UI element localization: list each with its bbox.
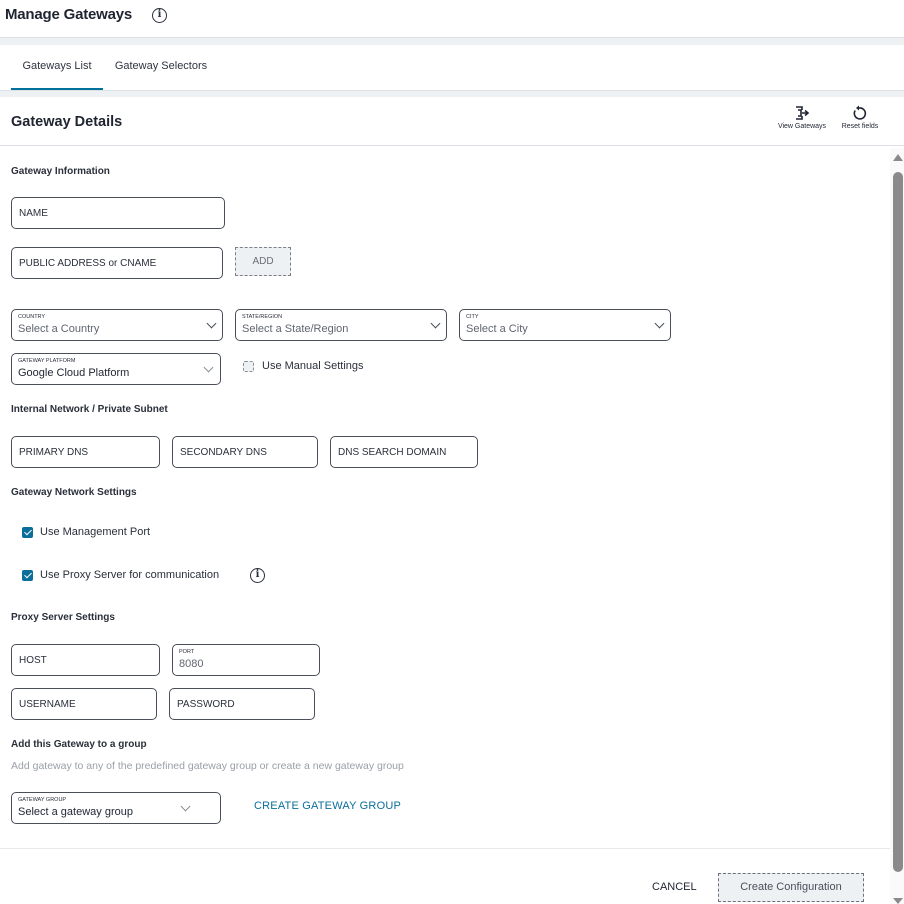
city-label: CITY (466, 314, 479, 320)
gateway-group-value: Select a gateway group (18, 806, 133, 818)
use-proxy-server-checkbox[interactable] (22, 570, 33, 581)
city-select[interactable]: CITY Select a City (459, 309, 671, 341)
view-gateways-button[interactable]: View Gateways (774, 105, 830, 130)
gateway-group-label: GATEWAY GROUP (18, 797, 67, 803)
create-configuration-button[interactable]: Create Configuration (718, 873, 864, 902)
chevron-down-icon (654, 318, 665, 329)
page-title: Manage Gateways (5, 6, 133, 23)
use-proxy-server-label: Use Proxy Server for communication (40, 569, 220, 581)
primary-dns-input[interactable]: PRIMARY DNS (11, 436, 160, 468)
city-value: Select a City (466, 323, 528, 335)
password-input[interactable]: PASSWORD (169, 688, 315, 720)
state-region-select[interactable]: STATE/REGION Select a State/Region (235, 309, 447, 341)
port-value: 8080 (179, 658, 204, 670)
create-gateway-group-link[interactable]: CREATE GATEWAY GROUP (254, 800, 401, 812)
state-region-label: STATE/REGION (242, 314, 283, 320)
public-address-placeholder: PUBLIC ADDRESS or CNAME (19, 258, 157, 269)
name-placeholder: NAME (19, 208, 48, 219)
username-input[interactable]: USERNAME (11, 688, 157, 720)
view-gateways-icon (796, 106, 810, 120)
proxy-settings-heading: Proxy Server Settings (11, 612, 115, 623)
country-select[interactable]: COUNTRY Select a Country (11, 309, 223, 341)
port-input[interactable]: PORT 8080 (172, 644, 320, 676)
network-settings-heading: Gateway Network Settings (11, 487, 137, 498)
public-address-input[interactable]: PUBLIC ADDRESS or CNAME (11, 247, 223, 279)
use-manual-settings-label: Use Manual Settings (262, 360, 364, 372)
username-placeholder: USERNAME (19, 699, 76, 710)
dns-search-domain-placeholder: DNS SEARCH DOMAIN (338, 447, 447, 458)
proxy-info-icon[interactable]: i (250, 568, 265, 583)
use-manual-settings-checkbox[interactable] (243, 361, 254, 372)
tab-gateway-selectors[interactable]: Gateway Selectors (107, 45, 215, 90)
details-title: Gateway Details (11, 114, 123, 130)
page-header: Manage Gateways i (0, 0, 904, 38)
tab-gateways-list[interactable]: Gateways List (11, 45, 103, 90)
gateway-group-select[interactable]: GATEWAY GROUP Select a gateway group (11, 792, 221, 824)
scrollbar-thumb[interactable] (893, 172, 903, 872)
details-header: Gateway Details View Gateways Reset fiel… (0, 97, 904, 146)
scroll-up-arrow-icon[interactable] (893, 154, 903, 161)
password-placeholder: PASSWORD (177, 699, 235, 710)
tab-bar: Gateways List Gateway Selectors Create (0, 45, 904, 128)
footer-divider (0, 848, 890, 849)
primary-dns-placeholder: PRIMARY DNS (19, 447, 89, 458)
reset-fields-label: Reset fields (841, 123, 879, 130)
chevron-down-icon (430, 318, 441, 329)
gateway-platform-value: Google Cloud Platform (18, 367, 130, 379)
state-region-value: Select a State/Region (242, 323, 349, 335)
secondary-dns-input[interactable]: SECONDARY DNS (172, 436, 318, 468)
use-management-port-label: Use Management Port (40, 526, 151, 538)
secondary-dns-placeholder: SECONDARY DNS (180, 447, 267, 458)
gateway-information-heading: Gateway Information (11, 166, 110, 177)
use-management-port-checkbox[interactable] (22, 527, 33, 538)
name-input[interactable]: NAME (11, 197, 225, 229)
scroll-down-arrow-icon[interactable] (893, 898, 903, 904)
add-address-button[interactable]: ADD (235, 247, 291, 276)
internal-network-heading: Internal Network / Private Subnet (11, 404, 168, 415)
view-gateways-label: View Gateways (777, 123, 827, 130)
chevron-down-icon (203, 362, 214, 373)
port-label: PORT (179, 649, 195, 655)
cancel-button[interactable]: CANCEL (652, 881, 697, 893)
chevron-down-icon (180, 801, 191, 812)
host-placeholder: HOST (19, 655, 47, 666)
divider-band (0, 90, 904, 97)
reset-icon (853, 105, 867, 120)
chevron-down-icon (206, 318, 217, 329)
info-icon[interactable]: i (152, 8, 167, 23)
group-helper-text: Add gateway to any of the predefined gat… (11, 760, 404, 772)
gateway-platform-select[interactable]: GATEWAY PLATFORM Google Cloud Platform (11, 353, 221, 385)
gateway-platform-label: GATEWAY PLATFORM (18, 358, 76, 364)
divider-band (0, 37, 904, 45)
host-input[interactable]: HOST (11, 644, 160, 676)
dns-search-domain-input[interactable]: DNS SEARCH DOMAIN (330, 436, 478, 468)
group-heading: Add this Gateway to a group (11, 739, 147, 750)
reset-fields-button[interactable]: Reset fields (838, 105, 882, 130)
country-value: Select a Country (18, 323, 100, 335)
country-label: COUNTRY (18, 314, 46, 320)
